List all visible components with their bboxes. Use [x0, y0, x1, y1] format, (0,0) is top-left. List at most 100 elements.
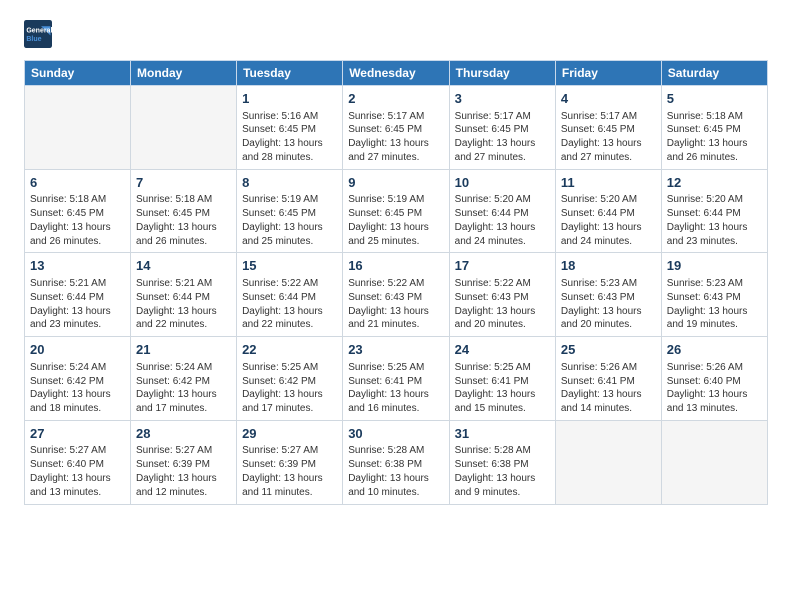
calendar-cell: 26 Sunrise: 5:26 AMSunset: 6:40 PMDayligh… — [661, 337, 767, 421]
day-info: Sunrise: 5:25 AMSunset: 6:41 PMDaylight:… — [348, 361, 443, 416]
day-info: Sunrise: 5:25 AMSunset: 6:42 PMDaylight:… — [242, 361, 337, 416]
calendar-cell: 17 Sunrise: 5:22 AMSunset: 6:43 PMDayligh… — [449, 253, 555, 337]
day-number: 1 — [242, 90, 337, 108]
day-number: 14 — [136, 257, 231, 275]
calendar-cell: 29Sunrise: 5:27 AMSunset: 6:39 PMDayligh… — [237, 420, 343, 504]
calendar-cell: 9Sunrise: 5:19 AMSunset: 6:45 PMDaylight… — [343, 169, 449, 253]
day-info: Sunrise: 5:18 AMSunset: 6:45 PMDaylight:… — [667, 110, 762, 165]
day-number: 16 — [348, 257, 443, 275]
calendar-cell — [661, 420, 767, 504]
day-info: Sunrise: 5:20 AMSunset: 6:44 PMDaylight:… — [561, 193, 656, 248]
day-info: Sunrise: 5:17 AMSunset: 6:45 PMDaylight:… — [561, 110, 656, 165]
svg-text:General: General — [26, 27, 52, 34]
calendar-cell: 2 Sunrise: 5:17 AMSunset: 6:45 PMDaylight… — [343, 86, 449, 170]
day-info: Sunrise: 5:26 AMSunset: 6:41 PMDaylight:… — [561, 361, 656, 416]
calendar-cell: 30Sunrise: 5:28 AMSunset: 6:38 PMDayligh… — [343, 420, 449, 504]
day-info: Sunrise: 5:22 AMSunset: 6:43 PMDaylight:… — [455, 277, 550, 332]
calendar-cell — [25, 86, 131, 170]
day-info: Sunrise: 5:19 AMSunset: 6:45 PMDaylight:… — [242, 193, 337, 248]
svg-text:Blue: Blue — [26, 36, 41, 43]
day-number: 31 — [455, 425, 550, 443]
day-info: Sunrise: 5:17 AMSunset: 6:45 PMDaylight:… — [348, 110, 443, 165]
calendar-cell: 31Sunrise: 5:28 AMSunset: 6:38 PMDayligh… — [449, 420, 555, 504]
day-number: 15 — [242, 257, 337, 275]
day-number: 30 — [348, 425, 443, 443]
day-info: Sunrise: 5:20 AMSunset: 6:44 PMDaylight:… — [455, 193, 550, 248]
day-number: 8 — [242, 174, 337, 192]
calendar-cell: 8Sunrise: 5:19 AMSunset: 6:45 PMDaylight… — [237, 169, 343, 253]
day-info: Sunrise: 5:23 AMSunset: 6:43 PMDaylight:… — [667, 277, 762, 332]
calendar-cell: 20 Sunrise: 5:24 AMSunset: 6:42 PMDayligh… — [25, 337, 131, 421]
day-number: 3 — [455, 90, 550, 108]
day-info: Sunrise: 5:23 AMSunset: 6:43 PMDaylight:… — [561, 277, 656, 332]
day-number: 29 — [242, 425, 337, 443]
dow-header-monday: Monday — [131, 61, 237, 86]
calendar-cell: 28Sunrise: 5:27 AMSunset: 6:39 PMDayligh… — [131, 420, 237, 504]
day-info: Sunrise: 5:28 AMSunset: 6:38 PMDaylight:… — [348, 444, 443, 499]
day-number: 9 — [348, 174, 443, 192]
dow-header-friday: Friday — [555, 61, 661, 86]
day-number: 24 — [455, 341, 550, 359]
calendar-cell: 10Sunrise: 5:20 AMSunset: 6:44 PMDayligh… — [449, 169, 555, 253]
day-number: 20 — [30, 341, 125, 359]
day-number: 18 — [561, 257, 656, 275]
day-number: 11 — [561, 174, 656, 192]
day-number: 27 — [30, 425, 125, 443]
calendar-cell: 15 Sunrise: 5:22 AMSunset: 6:44 PMDayligh… — [237, 253, 343, 337]
day-info: Sunrise: 5:27 AMSunset: 6:39 PMDaylight:… — [242, 444, 337, 499]
day-number: 5 — [667, 90, 762, 108]
calendar-cell — [555, 420, 661, 504]
day-number: 10 — [455, 174, 550, 192]
day-info: Sunrise: 5:21 AMSunset: 6:44 PMDaylight:… — [136, 277, 231, 332]
logo: General Blue — [24, 20, 56, 48]
day-info: Sunrise: 5:20 AMSunset: 6:44 PMDaylight:… — [667, 193, 762, 248]
day-number: 19 — [667, 257, 762, 275]
day-info: Sunrise: 5:27 AMSunset: 6:40 PMDaylight:… — [30, 444, 125, 499]
day-info: Sunrise: 5:24 AMSunset: 6:42 PMDaylight:… — [136, 361, 231, 416]
calendar-cell: 13 Sunrise: 5:21 AMSunset: 6:44 PMDayligh… — [25, 253, 131, 337]
day-info: Sunrise: 5:24 AMSunset: 6:42 PMDaylight:… — [30, 361, 125, 416]
day-number: 23 — [348, 341, 443, 359]
day-info: Sunrise: 5:22 AMSunset: 6:44 PMDaylight:… — [242, 277, 337, 332]
dow-header-saturday: Saturday — [661, 61, 767, 86]
calendar-cell: 19 Sunrise: 5:23 AMSunset: 6:43 PMDayligh… — [661, 253, 767, 337]
calendar-cell — [131, 86, 237, 170]
day-number: 4 — [561, 90, 656, 108]
calendar-cell: 22 Sunrise: 5:25 AMSunset: 6:42 PMDayligh… — [237, 337, 343, 421]
day-info: Sunrise: 5:27 AMSunset: 6:39 PMDaylight:… — [136, 444, 231, 499]
dow-header-thursday: Thursday — [449, 61, 555, 86]
calendar-cell: 16 Sunrise: 5:22 AMSunset: 6:43 PMDayligh… — [343, 253, 449, 337]
dow-header-wednesday: Wednesday — [343, 61, 449, 86]
calendar-cell: 21Sunrise: 5:24 AMSunset: 6:42 PMDayligh… — [131, 337, 237, 421]
day-number: 2 — [348, 90, 443, 108]
day-number: 26 — [667, 341, 762, 359]
day-info: Sunrise: 5:25 AMSunset: 6:41 PMDaylight:… — [455, 361, 550, 416]
dow-header-sunday: Sunday — [25, 61, 131, 86]
calendar-cell: 12Sunrise: 5:20 AMSunset: 6:44 PMDayligh… — [661, 169, 767, 253]
day-number: 22 — [242, 341, 337, 359]
calendar-cell: 18 Sunrise: 5:23 AMSunset: 6:43 PMDayligh… — [555, 253, 661, 337]
calendar-cell: 5 Sunrise: 5:18 AMSunset: 6:45 PMDaylight… — [661, 86, 767, 170]
calendar-cell: 7Sunrise: 5:18 AMSunset: 6:45 PMDaylight… — [131, 169, 237, 253]
day-info: Sunrise: 5:26 AMSunset: 6:40 PMDaylight:… — [667, 361, 762, 416]
day-number: 6 — [30, 174, 125, 192]
day-info: Sunrise: 5:16 AMSunset: 6:45 PMDaylight:… — [242, 110, 337, 165]
day-number: 25 — [561, 341, 656, 359]
day-info: Sunrise: 5:21 AMSunset: 6:44 PMDaylight:… — [30, 277, 125, 332]
day-info: Sunrise: 5:18 AMSunset: 6:45 PMDaylight:… — [136, 193, 231, 248]
day-number: 17 — [455, 257, 550, 275]
calendar-cell: 25 Sunrise: 5:26 AMSunset: 6:41 PMDayligh… — [555, 337, 661, 421]
calendar-cell: 23 Sunrise: 5:25 AMSunset: 6:41 PMDayligh… — [343, 337, 449, 421]
calendar-cell: 3 Sunrise: 5:17 AMSunset: 6:45 PMDaylight… — [449, 86, 555, 170]
calendar: SundayMondayTuesdayWednesdayThursdayFrid… — [24, 60, 768, 505]
day-info: Sunrise: 5:18 AMSunset: 6:45 PMDaylight:… — [30, 193, 125, 248]
day-info: Sunrise: 5:28 AMSunset: 6:38 PMDaylight:… — [455, 444, 550, 499]
day-info: Sunrise: 5:17 AMSunset: 6:45 PMDaylight:… — [455, 110, 550, 165]
day-number: 13 — [30, 257, 125, 275]
logo-icon: General Blue — [24, 20, 52, 48]
calendar-cell: 6Sunrise: 5:18 AMSunset: 6:45 PMDaylight… — [25, 169, 131, 253]
day-info: Sunrise: 5:19 AMSunset: 6:45 PMDaylight:… — [348, 193, 443, 248]
day-info: Sunrise: 5:22 AMSunset: 6:43 PMDaylight:… — [348, 277, 443, 332]
day-number: 12 — [667, 174, 762, 192]
calendar-cell: 1 Sunrise: 5:16 AMSunset: 6:45 PMDaylight… — [237, 86, 343, 170]
